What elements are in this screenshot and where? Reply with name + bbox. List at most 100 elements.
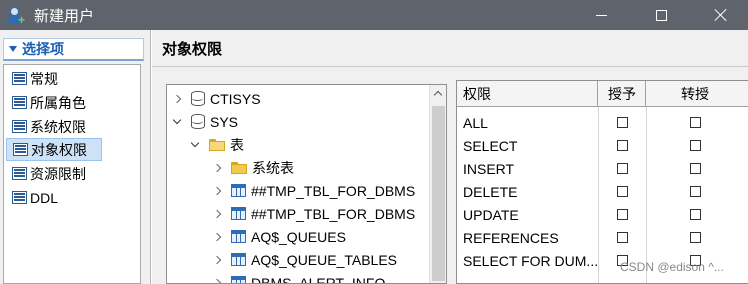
privilege-name: UPDATE xyxy=(463,206,519,223)
section-title: 对象权限 xyxy=(162,41,223,58)
privilege-name: SELECT FOR DUM... xyxy=(463,252,598,269)
nav-item-roles[interactable]: 所属角色 xyxy=(6,91,104,114)
nav-header[interactable]: 选择项 xyxy=(3,38,144,61)
tree-node-sys[interactable]: SYS xyxy=(171,110,238,133)
regrant-checkbox[interactable] xyxy=(689,140,701,151)
chevron-right-icon[interactable] xyxy=(211,276,225,284)
window-title: 新建用户 xyxy=(34,7,95,25)
table-row: ALL xyxy=(457,111,748,134)
grant-checkbox[interactable] xyxy=(617,140,628,151)
tree-node-system-tables[interactable]: 系统表 xyxy=(211,156,294,179)
nav-header-label: 选择项 xyxy=(22,41,64,57)
chevron-right-icon[interactable] xyxy=(211,230,225,244)
list-icon xyxy=(12,120,27,133)
list-icon xyxy=(12,96,27,109)
add-user-icon: + xyxy=(7,6,25,26)
regrant-checkbox[interactable] xyxy=(689,186,701,197)
privilege-name: REFERENCES xyxy=(463,229,559,246)
close-button[interactable] xyxy=(698,0,744,30)
grant-checkbox[interactable] xyxy=(617,232,628,243)
tree-node-table[interactable]: DBMS_ALERT_INFO xyxy=(211,271,386,284)
tree-node-label: AQ$_QUEUE_TABLES xyxy=(251,251,398,268)
close-icon xyxy=(714,8,728,22)
column-header-privilege[interactable]: 权限 xyxy=(457,81,598,107)
chevron-right-icon[interactable] xyxy=(211,161,225,175)
tree-node-ctisys[interactable]: CTISYS xyxy=(171,87,261,110)
nav-item-ddl[interactable]: DDL xyxy=(6,186,104,209)
privilege-name: DELETE xyxy=(463,183,518,200)
tree-node-label: ##TMP_TBL_FOR_DBMS xyxy=(251,205,416,222)
scroll-up-arrow-icon[interactable] xyxy=(430,85,446,102)
grant-cell xyxy=(599,111,646,134)
regrant-checkbox[interactable] xyxy=(689,163,701,174)
table-icon xyxy=(231,184,246,197)
scroll-thumb[interactable] xyxy=(432,106,445,281)
list-icon xyxy=(13,143,28,156)
chevron-down-icon[interactable] xyxy=(189,138,203,152)
regrant-cell xyxy=(647,203,743,226)
chevron-right-icon[interactable] xyxy=(171,92,185,106)
privilege-name: ALL xyxy=(463,114,488,131)
regrant-cell xyxy=(647,111,743,134)
chevron-right-icon[interactable] xyxy=(211,253,225,267)
chevron-right-icon[interactable] xyxy=(211,184,225,198)
tree-node-label: SYS xyxy=(210,113,239,130)
table-icon xyxy=(231,230,246,243)
grant-checkbox[interactable] xyxy=(617,163,628,174)
column-header-grant[interactable]: 授予 xyxy=(599,81,646,107)
regrant-checkbox[interactable] xyxy=(689,232,701,243)
grant-cell xyxy=(599,134,646,157)
minimize-icon xyxy=(595,14,607,16)
tree-node-label: 系统表 xyxy=(252,159,294,176)
chevron-right-icon[interactable] xyxy=(211,207,225,221)
grant-checkbox[interactable] xyxy=(617,117,628,128)
table-icon xyxy=(231,207,246,220)
chevron-down-icon[interactable] xyxy=(171,115,185,129)
grant-cell xyxy=(599,226,646,249)
nav-item-label: 系统权限 xyxy=(30,118,86,135)
maximize-button[interactable] xyxy=(638,0,684,30)
content-pane: 对象权限 CTISYS SYS 表 系统表 ##TMP_TBL_FOR_DBMS xyxy=(152,30,748,284)
tree-node-tables[interactable]: 表 xyxy=(189,133,244,156)
grant-cell xyxy=(599,203,646,226)
tree-node-table[interactable]: AQ$_QUEUE_TABLES xyxy=(211,248,397,271)
grant-checkbox[interactable] xyxy=(617,209,628,220)
regrant-checkbox[interactable] xyxy=(689,209,701,220)
object-tree[interactable]: CTISYS SYS 表 系统表 ##TMP_TBL_FOR_DBMS ##TM… xyxy=(166,84,447,284)
nav-item-label: 资源限制 xyxy=(30,165,86,182)
table-row: SELECT xyxy=(457,134,748,157)
tree-scrollbar[interactable] xyxy=(429,85,446,283)
tree-node-label: ##TMP_TBL_FOR_DBMS xyxy=(251,182,416,199)
database-icon xyxy=(191,91,205,106)
nav-item-general[interactable]: 常规 xyxy=(6,67,104,90)
grant-cell xyxy=(599,180,646,203)
list-icon xyxy=(12,72,27,85)
tree-node-table[interactable]: AQ$_QUEUES xyxy=(211,225,346,248)
nav-item-object-privileges[interactable]: 对象权限 xyxy=(6,138,102,161)
grant-checkbox[interactable] xyxy=(617,186,628,197)
regrant-cell xyxy=(647,157,743,180)
regrant-cell xyxy=(647,226,743,249)
table-row: UPDATE xyxy=(457,203,748,226)
nav-item-label: 对象权限 xyxy=(31,141,87,158)
tree-node-label: DBMS_ALERT_INFO xyxy=(251,274,386,284)
column-header-regrant[interactable]: 转授 xyxy=(647,81,743,107)
nav-pane: 选择项 常规 所属角色 系统权限 对象权限 资源限制 DDL xyxy=(0,30,151,284)
minimize-button[interactable] xyxy=(578,0,624,30)
divider xyxy=(152,66,748,67)
tree-node-table[interactable]: ##TMP_TBL_FOR_DBMS xyxy=(211,179,415,202)
title-bar: + 新建用户 xyxy=(0,0,748,30)
nav-item-label: DDL xyxy=(30,189,59,206)
watermark: CSDN @edison ^... xyxy=(620,260,724,274)
folder-icon xyxy=(231,161,247,174)
nav-item-system-privileges[interactable]: 系统权限 xyxy=(6,115,104,138)
regrant-checkbox[interactable] xyxy=(689,117,701,128)
maximize-icon xyxy=(655,9,667,21)
collapse-triangle-icon xyxy=(9,46,17,52)
table-row: REFERENCES xyxy=(457,226,748,249)
privilege-name: INSERT xyxy=(463,160,515,177)
nav-item-resource-limits[interactable]: 资源限制 xyxy=(6,162,104,185)
privilege-table: 权限 授予 转授 ALL SELECT INSERT DELETE UPDATE xyxy=(456,80,748,284)
tree-node-table[interactable]: ##TMP_TBL_FOR_DBMS xyxy=(211,202,415,225)
nav-item-label: 所属角色 xyxy=(30,94,86,111)
